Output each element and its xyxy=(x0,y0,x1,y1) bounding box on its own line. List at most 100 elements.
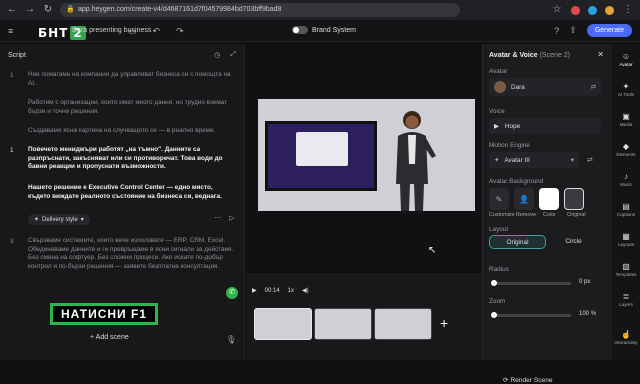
lock-icon: 🔒 xyxy=(66,6,75,13)
rail-avatar[interactable]: ☺ Avatar xyxy=(612,52,640,67)
swap-icon[interactable]: ⇄ xyxy=(587,156,593,164)
music-icon: ♪ xyxy=(624,172,628,181)
delivery-style-button[interactable]: ✦ Delivery style ▾ xyxy=(28,214,90,225)
video-preview[interactable] xyxy=(258,99,475,211)
radius-slider[interactable] xyxy=(491,280,571,286)
rail-label: Layers xyxy=(619,302,633,307)
aspect-ratio-icon[interactable]: ▭ xyxy=(128,26,137,37)
bg-option-label: Original xyxy=(567,212,586,218)
history-icon[interactable]: ◷ xyxy=(214,51,220,59)
menu-icon[interactable]: ⋮ xyxy=(622,4,634,16)
scene-thumbnail[interactable] xyxy=(374,308,432,340)
rail-label: Avatar xyxy=(619,62,633,67)
delivery-style-label: Delivery style xyxy=(42,216,78,223)
scene-thumbnail[interactable] xyxy=(314,308,372,340)
logo-text: БНТ xyxy=(38,26,69,40)
slider-knob[interactable] xyxy=(491,312,497,318)
rail-label: Interactivity xyxy=(614,340,638,345)
back-icon[interactable]: ← xyxy=(6,4,18,16)
share-icon[interactable]: ⇪ xyxy=(569,25,577,36)
microphone-icon[interactable]: 🎙 xyxy=(226,335,236,344)
whatsapp-icon[interactable]: ✆ xyxy=(226,287,238,299)
swap-icon[interactable]: ⇄ xyxy=(591,83,596,91)
rail-templates[interactable]: ▧ Templates xyxy=(612,262,640,277)
playhead-time: 00:14 xyxy=(264,287,280,294)
more-icon[interactable]: ⋯ xyxy=(214,214,221,222)
motion-engine-select[interactable]: ✦ Avatar III ▾ xyxy=(489,152,579,168)
rail-captions[interactable]: ▤ Captions xyxy=(612,202,640,217)
url-text: app.heygen.com/create-v4/d4687161d7f0457… xyxy=(78,6,282,13)
color-bg-option[interactable] xyxy=(539,188,559,210)
extension-icon[interactable] xyxy=(571,5,580,15)
profile-avatar[interactable] xyxy=(605,5,614,15)
rail-interactivity[interactable]: ☝ Interactivity xyxy=(612,330,640,345)
redo-icon[interactable]: ↷ xyxy=(176,26,184,37)
address-bar[interactable]: 🔒 app.heygen.com/create-v4/d4687161d7f04… xyxy=(60,3,460,17)
rail-label: Elements xyxy=(616,152,636,157)
rail-layouts[interactable]: ▦ Layouts xyxy=(612,232,640,247)
zoom-value[interactable]: 100 % xyxy=(579,311,596,317)
rail-label: AI Tools xyxy=(617,92,635,97)
media-icon: ▣ xyxy=(622,112,630,121)
speed-selector[interactable]: 1x xyxy=(288,288,294,294)
customize-bg-option[interactable]: ✎ xyxy=(489,188,509,210)
overlay-banner: НАТИСНИ F1 xyxy=(50,303,158,325)
extension-icon[interactable] xyxy=(588,5,597,15)
script-paragraph[interactable]: Свързваме системите, които вече използва… xyxy=(28,237,236,271)
brand-system-toggle[interactable]: Brand System xyxy=(292,26,356,34)
play-icon[interactable]: ▶ xyxy=(252,287,257,294)
help-icon[interactable]: ? xyxy=(554,26,559,36)
chevron-down-icon: ▾ xyxy=(80,217,84,223)
toggle-switch[interactable] xyxy=(292,26,308,34)
voice-selector[interactable]: ▶ Hope xyxy=(489,118,601,134)
layout-original-option[interactable]: Original xyxy=(489,235,546,249)
add-scene-icon[interactable]: + xyxy=(440,315,448,331)
script-paragraph[interactable]: Създаваме ясна картина на случващото се … xyxy=(28,127,236,136)
rail-media[interactable]: ▣ Media xyxy=(612,112,640,127)
hamburger-icon[interactable]: ≡ xyxy=(8,26,13,36)
script-paragraph-active[interactable]: Повечето мениджъри работят „на тъмно". Д… xyxy=(28,146,236,172)
paragraph-number: 1 xyxy=(10,72,14,79)
avatar-background-label: Avatar Background xyxy=(489,178,544,185)
undo-icon[interactable]: ↶ xyxy=(153,26,161,37)
templates-icon: ▧ xyxy=(622,262,630,271)
volume-icon[interactable]: ◀) xyxy=(302,287,309,294)
sparkle-icon: ✦ xyxy=(34,217,40,223)
expand-icon[interactable]: ⤢ xyxy=(230,51,236,59)
radius-value[interactable]: 0 px xyxy=(579,279,590,285)
script-paragraph[interactable]: Ние помагаме на компании да управляват б… xyxy=(28,71,236,88)
scene-thumbnail[interactable] xyxy=(254,308,312,340)
avatar-selector[interactable]: Dara ⇄ xyxy=(489,78,601,96)
script-paragraph-active[interactable]: Нашето решение е Executive Control Cente… xyxy=(28,184,236,201)
render-icon: ⟳ xyxy=(503,377,509,384)
avatar-label: Avatar xyxy=(489,68,508,75)
remove-bg-option[interactable]: 👤 xyxy=(514,188,534,210)
original-bg-option[interactable] xyxy=(564,188,584,210)
play-icon[interactable]: ▷ xyxy=(229,214,234,222)
render-scene-button[interactable]: ⟳ Render Scene xyxy=(503,376,553,384)
rail-ai-tools[interactable]: ✦ AI Tools xyxy=(612,82,640,97)
voice-label: Voice xyxy=(489,108,505,115)
add-scene-button[interactable]: + Add scene xyxy=(90,334,129,341)
layout-circle-option[interactable]: Circle xyxy=(546,235,601,249)
script-paragraph[interactable]: Работим с организации, които имат много … xyxy=(28,99,236,116)
rail-music[interactable]: ♪ Music xyxy=(612,172,640,187)
generate-button[interactable]: Generate xyxy=(586,24,632,37)
browser-toolbar: ← → ↻ 🔒 app.heygen.com/create-v4/d468716… xyxy=(0,0,640,20)
forward-icon[interactable]: → xyxy=(24,4,36,16)
rail-layers[interactable]: ≣ Layers xyxy=(612,292,640,307)
rail-label: Captions xyxy=(616,212,636,217)
screen-graphic xyxy=(265,121,377,191)
zoom-slider[interactable] xyxy=(491,312,571,318)
slider-knob[interactable] xyxy=(491,280,497,286)
radius-unit: px xyxy=(584,279,591,285)
avatar-voice-panel: Avatar & Voice (Scene 2) ✕ Avatar Dara ⇄… xyxy=(482,44,612,384)
rail-elements[interactable]: ◆ Elements xyxy=(612,142,640,157)
reload-icon[interactable]: ↻ xyxy=(42,4,54,16)
close-icon[interactable]: ✕ xyxy=(597,50,604,59)
chevron-down-icon: ▾ xyxy=(570,157,574,164)
layouts-icon: ▦ xyxy=(622,232,630,241)
play-icon[interactable]: ▶ xyxy=(494,122,499,130)
layout-label: Layout xyxy=(489,226,509,233)
star-icon[interactable]: ☆ xyxy=(551,4,563,16)
